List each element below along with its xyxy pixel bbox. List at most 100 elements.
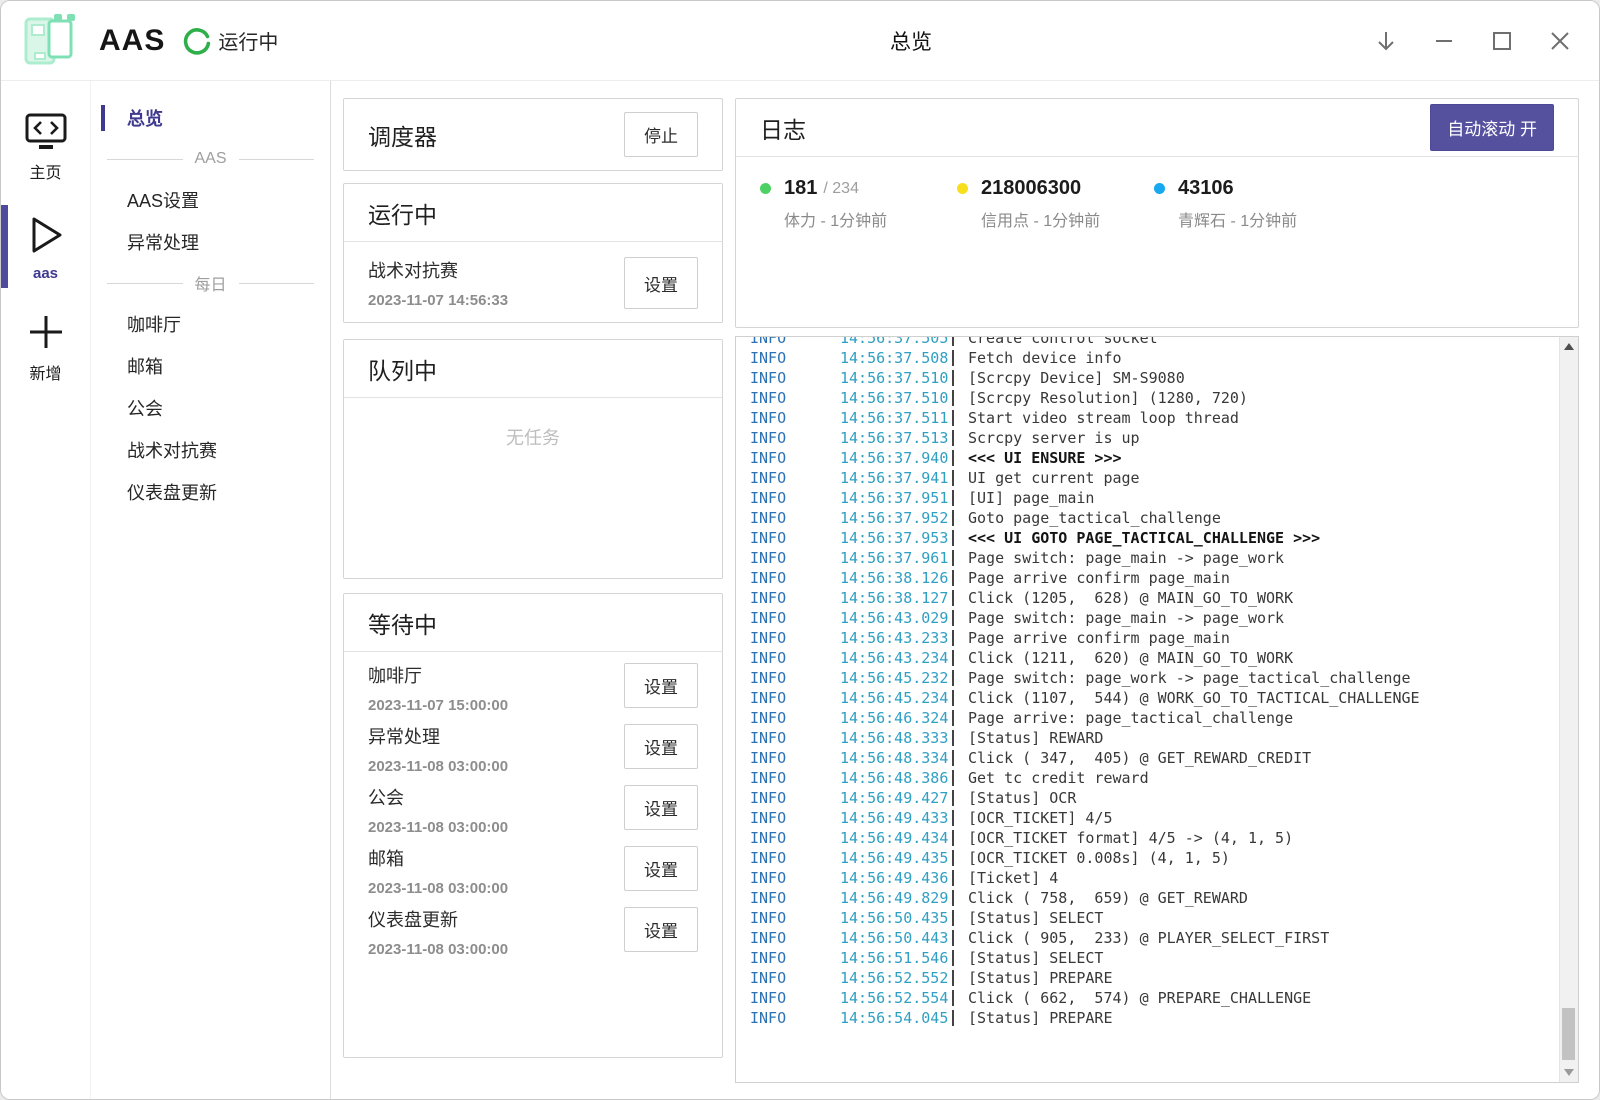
- sidebar-item[interactable]: 异常处理: [91, 221, 330, 263]
- divider-line: [239, 159, 315, 160]
- sidebar-item[interactable]: 战术对抗赛: [91, 429, 330, 471]
- log-message: Start video stream loop thread: [968, 409, 1239, 427]
- log-line: INFO 14:56:46.324 Page arrive: page_tact…: [750, 708, 1578, 728]
- log-line: INFO 14:56:52.554 Click ( 662, 574) @ PR…: [750, 988, 1578, 1008]
- log-separator: [952, 830, 954, 846]
- log-timestamp: 14:56:37.508: [840, 349, 952, 367]
- log-level: INFO: [750, 449, 840, 467]
- active-indicator: [1, 205, 8, 288]
- active-indicator: [101, 105, 105, 131]
- log-level: INFO: [750, 969, 840, 987]
- play-icon: [26, 213, 66, 257]
- rail-item-new[interactable]: 新增: [1, 300, 90, 394]
- log-message: Click (1107, 544) @ WORK_GO_TO_TACTICAL_…: [968, 689, 1420, 707]
- log-timestamp: 14:56:37.505: [840, 336, 952, 347]
- scheduler-card: 调度器 停止: [343, 98, 723, 171]
- settings-button[interactable]: 设置: [624, 724, 698, 769]
- log-title: 日志: [760, 111, 806, 145]
- settings-button[interactable]: 设置: [624, 846, 698, 891]
- code-monitor-icon: [23, 111, 69, 151]
- log-scrollbar[interactable]: [1559, 337, 1578, 1082]
- arrow-down-icon: [1374, 29, 1398, 53]
- log-message: [Status] REWARD: [968, 729, 1103, 747]
- log-timestamp: 14:56:37.951: [840, 489, 952, 507]
- log-line: INFO 14:56:37.953 <<< UI GOTO PAGE_TACTI…: [750, 528, 1578, 548]
- log-message: Page arrive confirm page_main: [968, 629, 1230, 647]
- rail-item-home[interactable]: 主页: [1, 99, 90, 193]
- log-separator: [952, 970, 954, 986]
- stop-button[interactable]: 停止: [624, 112, 698, 157]
- rail-item-aas[interactable]: aas: [1, 201, 90, 292]
- sidebar-menu: 总览 AAS AAS设置: [91, 81, 331, 1099]
- settings-button[interactable]: 设置: [624, 907, 698, 952]
- log-message: [Scrcpy Resolution] (1280, 720): [968, 389, 1248, 407]
- sidebar-item[interactable]: 咖啡厅: [91, 303, 330, 345]
- sidebar-item[interactable]: 总览: [91, 97, 330, 139]
- log-level: INFO: [750, 629, 840, 647]
- sidebar-item[interactable]: 仪表盘更新: [91, 471, 330, 513]
- close-button[interactable]: [1547, 28, 1573, 54]
- sidebar-item[interactable]: 邮箱: [91, 345, 330, 387]
- log-message: Page arrive confirm page_main: [968, 569, 1230, 587]
- log-level: INFO: [750, 769, 840, 787]
- window-controls: [1373, 28, 1573, 54]
- log-message: Fetch device info: [968, 349, 1122, 367]
- page-title: 总览: [890, 26, 932, 56]
- log-separator: [952, 890, 954, 906]
- log-message: <<< UI ENSURE >>>: [968, 449, 1122, 467]
- waiting-list: 咖啡厅 2023-11-07 15:00:00 设置 异常处理 2023-11-…: [344, 652, 722, 967]
- waiting-task-time: 2023-11-07 15:00:00: [368, 697, 508, 714]
- sidebar-item[interactable]: AAS设置: [91, 179, 330, 221]
- hide-to-tray-button[interactable]: [1373, 28, 1399, 54]
- settings-button[interactable]: 设置: [624, 785, 698, 830]
- log-separator: [952, 430, 954, 446]
- log-timestamp: 14:56:54.045: [840, 1009, 952, 1027]
- log-level: INFO: [750, 349, 840, 367]
- log-level: INFO: [750, 549, 840, 567]
- log-separator: [952, 850, 954, 866]
- log-panel: INFO 14:56:37.505 Create control socket …: [735, 336, 1579, 1083]
- log-timestamp: 14:56:49.829: [840, 889, 952, 907]
- log-message: Create control socket: [968, 336, 1158, 347]
- log-line: INFO 14:56:49.436 [Ticket] 4: [750, 868, 1578, 888]
- log-separator: [952, 810, 954, 826]
- log-line: INFO 14:56:37.508 Fetch device info: [750, 348, 1578, 368]
- log-level: INFO: [750, 809, 840, 827]
- log-level: INFO: [750, 529, 840, 547]
- log-level: INFO: [750, 949, 840, 967]
- stat-suffix: / 234: [823, 180, 859, 198]
- log-line: INFO 14:56:37.510 [Scrcpy Device] SM-S90…: [750, 368, 1578, 388]
- scroll-up-button[interactable]: [1564, 343, 1574, 350]
- log-line: INFO 14:56:38.127 Click (1205, 628) @ MA…: [750, 588, 1578, 608]
- scrollbar-thumb[interactable]: [1562, 1008, 1575, 1060]
- settings-button[interactable]: 设置: [624, 257, 698, 309]
- stat-label: 信用点 - 1分钟前: [981, 207, 1154, 231]
- log-line: INFO 14:56:43.233 Page arrive confirm pa…: [750, 628, 1578, 648]
- autoscroll-toggle-button[interactable]: 自动滚动 开: [1430, 104, 1554, 151]
- log-level: INFO: [750, 389, 840, 407]
- log-separator: [952, 710, 954, 726]
- log-message: Goto page_tactical_challenge: [968, 509, 1221, 527]
- log-line: INFO 14:56:37.961 Page switch: page_main…: [750, 548, 1578, 568]
- log-level: INFO: [750, 889, 840, 907]
- log-separator: [952, 450, 954, 466]
- waiting-task-time: 2023-11-08 03:00:00: [368, 941, 508, 958]
- waiting-title: 等待中: [368, 606, 437, 640]
- log-separator: [952, 930, 954, 946]
- queue-title: 队列中: [368, 352, 437, 386]
- sidebar-item[interactable]: 公会: [91, 387, 330, 429]
- sidebar-item-label: AAS设置: [91, 187, 199, 213]
- log-line: INFO 14:56:37.941 UI get current page: [750, 468, 1578, 488]
- maximize-button[interactable]: [1489, 28, 1515, 54]
- log-timestamp: 14:56:48.386: [840, 769, 952, 787]
- waiting-list-item: 邮箱 2023-11-08 03:00:00 设置: [368, 845, 698, 906]
- log-timestamp: 14:56:49.427: [840, 789, 952, 807]
- log-level: INFO: [750, 429, 840, 447]
- minimize-button[interactable]: [1431, 28, 1457, 54]
- log-line: INFO 14:56:50.435 [Status] SELECT: [750, 908, 1578, 928]
- settings-button[interactable]: 设置: [624, 663, 698, 708]
- divider-line: [107, 159, 183, 160]
- log-separator: [952, 650, 954, 666]
- scroll-down-button[interactable]: [1564, 1069, 1574, 1076]
- stat-dot-icon: [1154, 183, 1165, 194]
